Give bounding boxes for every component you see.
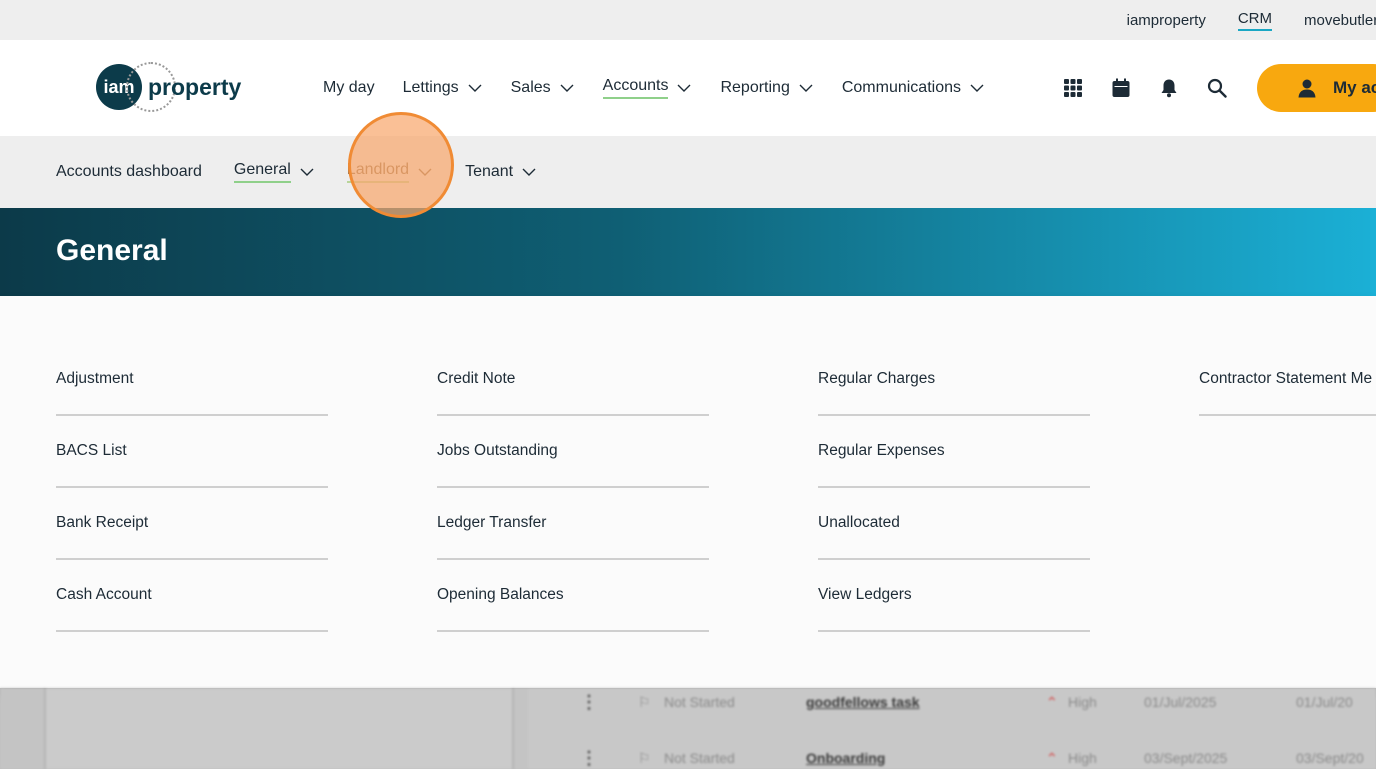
menu-column-1: Adjustment BACS List Bank Receipt Cash A… (56, 344, 328, 632)
task-list: ⋮ ⚐ Not Started goodfellows task ⌃ High … (528, 688, 1376, 769)
task-priority: High (1068, 694, 1097, 710)
task-start-date: 03/Sept/2025 (1144, 750, 1228, 766)
chevron-down-icon (677, 84, 691, 92)
subnav-item-tenant[interactable]: Tenant (465, 163, 537, 181)
nav-item-lettings[interactable]: Lettings (403, 79, 483, 97)
menu-item-bank-receipt[interactable]: Bank Receipt (56, 488, 328, 560)
menu-item-regular-expenses[interactable]: Regular Expenses (818, 416, 1090, 488)
nav-item-label: My day (323, 79, 375, 96)
subnav-item-label: General (233, 161, 291, 183)
task-name-link[interactable]: Onboarding (806, 750, 885, 766)
background-content: ⋮ ⚐ Not Started goodfellows task ⌃ High … (0, 688, 1376, 769)
menu-item-cash-account[interactable]: Cash Account (56, 560, 328, 632)
nav-item-communications[interactable]: Communications (842, 79, 985, 97)
chevron-down-icon (560, 84, 574, 92)
calendar-icon[interactable] (1110, 77, 1132, 99)
nav-item-label: Reporting (720, 79, 790, 96)
accounts-subnav: Accounts dashboard General Landlord Tena… (0, 136, 1376, 208)
task-start-date: 01/Jul/2025 (1144, 694, 1217, 710)
utility-link-movebutler[interactable]: movebutler (1304, 12, 1376, 29)
menu-item-adjustment[interactable]: Adjustment (56, 344, 328, 416)
nav-item-reporting[interactable]: Reporting (720, 79, 813, 97)
priority-high-icon: ⌃ (1046, 693, 1058, 710)
table-row[interactable]: ⋮ ⚐ Not Started goodfellows task ⌃ High … (528, 690, 1376, 714)
subnav-item-general[interactable]: General (233, 161, 315, 183)
utility-links: iamproperty CRM movebutler (1127, 0, 1376, 40)
task-name-link[interactable]: goodfellows task (806, 694, 920, 710)
flag-icon: ⚐ (638, 749, 651, 766)
general-menu-panel: Adjustment BACS List Bank Receipt Cash A… (0, 296, 1376, 688)
utility-link-iamproperty[interactable]: iamproperty (1127, 12, 1206, 29)
user-icon (1298, 79, 1316, 98)
section-banner: General (0, 208, 1376, 296)
menu-item-bacs-list[interactable]: BACS List (56, 416, 328, 488)
nav-item-accounts[interactable]: Accounts (602, 77, 693, 99)
more-options-icon[interactable]: ⋮ (580, 748, 598, 769)
utility-link-crm[interactable]: CRM (1237, 10, 1272, 31)
chevron-down-icon (300, 168, 314, 176)
bell-icon[interactable] (1158, 77, 1180, 99)
main-header: iam property My day Lettings Sales Accou… (0, 40, 1376, 136)
subnav-item-landlord[interactable]: Landlord (346, 161, 433, 183)
nav-item-label: Lettings (402, 79, 459, 96)
main-nav: My day Lettings Sales Accounts Reporting… (323, 40, 985, 136)
header-icons (1062, 40, 1228, 136)
page-title: General (56, 234, 168, 267)
search-icon[interactable] (1206, 77, 1228, 99)
apps-grid-icon[interactable] (1062, 77, 1084, 99)
nav-item-my-day[interactable]: My day (323, 79, 375, 97)
chevron-down-icon (468, 84, 482, 92)
more-options-icon[interactable]: ⋮ (580, 692, 598, 713)
menu-column-4: Contractor Statement Me (1199, 344, 1376, 416)
nav-item-sales[interactable]: Sales (511, 79, 575, 97)
nav-item-label: Communications (841, 79, 961, 96)
flag-icon: ⚐ (638, 693, 651, 710)
chevron-down-icon (418, 168, 432, 176)
table-row[interactable]: ⋮ ⚐ Not Started Onboarding ⌃ High 03/Sep… (528, 746, 1376, 769)
task-status: Not Started (664, 694, 735, 710)
chevron-down-icon (970, 84, 984, 92)
nav-item-label: Accounts (602, 77, 669, 99)
task-priority: High (1068, 750, 1097, 766)
task-due-date: 03/Sept/20 (1296, 750, 1364, 766)
my-account-button[interactable]: My ac (1257, 64, 1376, 112)
task-due-date: 01/Jul/20 (1296, 694, 1353, 710)
chevron-down-icon (799, 84, 813, 92)
chevron-down-icon (522, 168, 536, 176)
menu-column-2: Credit Note Jobs Outstanding Ledger Tran… (437, 344, 709, 632)
menu-item-regular-charges[interactable]: Regular Charges (818, 344, 1090, 416)
menu-item-contractor-statement[interactable]: Contractor Statement Me (1199, 344, 1376, 416)
menu-item-unallocated[interactable]: Unallocated (818, 488, 1090, 560)
menu-item-ledger-transfer[interactable]: Ledger Transfer (437, 488, 709, 560)
priority-high-icon: ⌃ (1046, 749, 1058, 766)
subnav-item-label: Accounts dashboard (56, 163, 202, 180)
menu-item-opening-balances[interactable]: Opening Balances (437, 560, 709, 632)
logo-text: property (148, 73, 242, 100)
nav-item-label: Sales (510, 79, 551, 96)
logo[interactable]: iam property (96, 62, 242, 112)
subnav-item-label: Landlord (346, 161, 410, 183)
task-status: Not Started (664, 750, 735, 766)
menu-column-3: Regular Charges Regular Expenses Unalloc… (818, 344, 1090, 632)
left-pane (44, 688, 514, 769)
utility-bar: iamproperty CRM movebutler (0, 0, 1376, 40)
menu-item-credit-note[interactable]: Credit Note (437, 344, 709, 416)
subnav-item-label: Tenant (465, 163, 514, 180)
my-account-label: My ac (1333, 78, 1376, 97)
menu-item-view-ledgers[interactable]: View Ledgers (818, 560, 1090, 632)
menu-item-jobs-outstanding[interactable]: Jobs Outstanding (437, 416, 709, 488)
subnav-item-accounts-dashboard[interactable]: Accounts dashboard (56, 163, 202, 181)
